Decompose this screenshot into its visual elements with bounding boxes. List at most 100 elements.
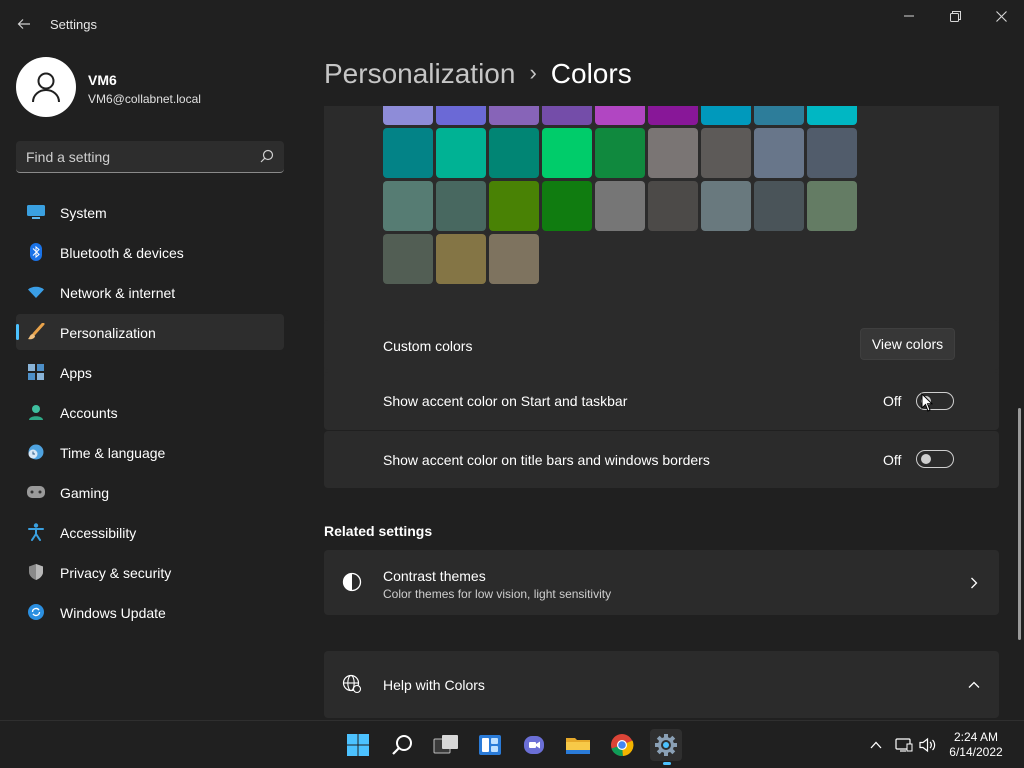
sidebar-item-label: Bluetooth & devices (60, 245, 184, 261)
close-button[interactable] (978, 0, 1024, 32)
accent-color-swatch[interactable] (701, 128, 751, 178)
contrast-themes-subtitle: Color themes for low vision, light sensi… (383, 587, 612, 601)
accent-color-swatch[interactable] (648, 181, 698, 231)
accent-color-swatch[interactable] (383, 234, 433, 284)
teams-chat-icon[interactable] (518, 729, 550, 761)
accent-color-swatch[interactable] (701, 181, 751, 231)
clock-globe-icon (27, 444, 45, 460)
accent-color-swatch[interactable] (383, 128, 433, 178)
taskbar-clock[interactable]: 2:24 AM 6/14/2022 (944, 730, 1008, 760)
taskbar: 2:24 AM 6/14/2022 (0, 720, 1024, 768)
avatar (16, 57, 76, 117)
chevron-right-icon (966, 575, 982, 591)
sidebar-item-windows-update[interactable]: Windows Update (16, 594, 284, 630)
minimize-button[interactable] (886, 0, 932, 32)
task-view-icon[interactable] (430, 729, 462, 761)
search-input[interactable] (26, 141, 246, 172)
accent-color-swatch[interactable] (807, 128, 857, 178)
accent-color-swatch[interactable] (542, 106, 592, 125)
content-scrollbar[interactable] (1018, 408, 1021, 640)
accent-color-swatch[interactable] (648, 106, 698, 125)
accent-color-swatch[interactable] (436, 234, 486, 284)
accent-color-swatch[interactable] (542, 181, 592, 231)
content-pane: Custom colors View colors Show accent co… (324, 106, 1000, 718)
accent-color-swatch[interactable] (436, 128, 486, 178)
accent-color-swatch[interactable] (383, 106, 433, 125)
accent-title-bars-toggle[interactable] (916, 450, 954, 468)
accent-color-swatch[interactable] (648, 128, 698, 178)
mouse-cursor-icon (921, 393, 933, 412)
accent-color-swatch[interactable] (436, 106, 486, 125)
accent-color-swatch[interactable] (595, 128, 645, 178)
settings-gear-icon[interactable] (650, 729, 682, 765)
chevron-up-icon[interactable] (966, 677, 982, 693)
help-with-colors-row[interactable]: Help with Colors (324, 651, 999, 718)
toggle-knob (921, 454, 931, 464)
user-email: VM6@collabnet.local (88, 92, 201, 106)
sidebar-item-accessibility[interactable]: Accessibility (16, 514, 284, 550)
toggle-state-text: Off (883, 452, 902, 468)
accent-color-swatch[interactable] (807, 181, 857, 231)
wifi-icon (27, 284, 45, 300)
monitor-icon (27, 204, 45, 220)
contrast-themes-title: Contrast themes (383, 568, 486, 584)
help-with-colors-title: Help with Colors (383, 677, 485, 693)
clock-date: 6/14/2022 (949, 745, 1003, 759)
brush-icon (27, 323, 45, 340)
breadcrumb-parent[interactable]: Personalization (324, 58, 515, 89)
search-icon[interactable] (386, 729, 418, 761)
accent-color-swatch[interactable] (489, 106, 539, 125)
sidebar-item-system[interactable]: System (16, 194, 284, 230)
breadcrumb: Personalization › Colors (324, 58, 632, 90)
accent-color-swatch[interactable] (595, 181, 645, 231)
accent-color-swatch[interactable] (542, 128, 592, 178)
volume-icon[interactable] (918, 735, 938, 755)
person-icon (32, 72, 60, 103)
search-box[interactable] (16, 141, 284, 173)
restore-icon (949, 10, 961, 22)
sidebar-item-bluetooth[interactable]: Bluetooth & devices (16, 234, 284, 270)
restore-button[interactable] (932, 0, 978, 32)
close-icon (995, 10, 1007, 22)
view-colors-button[interactable]: View colors (860, 328, 955, 360)
file-explorer-icon[interactable] (562, 729, 594, 761)
accent-color-swatch[interactable] (807, 106, 857, 125)
sidebar-item-gaming[interactable]: Gaming (16, 474, 284, 510)
accent-color-swatch[interactable] (754, 181, 804, 231)
accent-color-swatch[interactable] (754, 128, 804, 178)
contrast-themes-row[interactable]: Contrast themes Color themes for low vis… (324, 550, 999, 615)
sidebar-item-apps[interactable]: Apps (16, 354, 284, 390)
globe-icon (342, 674, 362, 694)
accessibility-icon (27, 523, 45, 541)
bluetooth-icon (27, 243, 45, 261)
accent-color-swatch[interactable] (489, 128, 539, 178)
accent-color-swatch[interactable] (489, 181, 539, 231)
sidebar-item-time-language[interactable]: Time & language (16, 434, 284, 470)
accent-color-swatch[interactable] (701, 106, 751, 125)
sidebar-item-accounts[interactable]: Accounts (16, 394, 284, 430)
custom-colors-row: Custom colors View colors (324, 320, 999, 370)
user-profile[interactable]: VM6 VM6@collabnet.local (16, 57, 286, 117)
sidebar-item-network[interactable]: Network & internet (16, 274, 284, 310)
page-title: Colors (550, 58, 632, 89)
accent-color-swatch[interactable] (436, 181, 486, 231)
sidebar-item-privacy[interactable]: Privacy & security (16, 554, 284, 590)
clock-time: 2:24 AM (953, 730, 999, 744)
chevron-up-icon[interactable] (866, 735, 886, 755)
sidebar-item-label: Accounts (60, 405, 118, 421)
related-settings-heading: Related settings (324, 523, 433, 539)
chrome-icon[interactable] (606, 729, 638, 761)
widgets-icon[interactable] (474, 729, 506, 761)
sidebar-item-label: Windows Update (60, 605, 166, 621)
back-button[interactable] (12, 10, 36, 38)
accent-color-swatch[interactable] (383, 181, 433, 231)
accent-color-swatch[interactable] (489, 234, 539, 284)
accent-color-swatch[interactable] (754, 106, 804, 125)
custom-colors-label: Custom colors (383, 338, 473, 354)
accent-title-bars-row: Show accent color on title bars and wind… (324, 431, 999, 488)
accent-color-swatch[interactable] (595, 106, 645, 125)
network-icon[interactable] (894, 735, 914, 755)
sidebar-item-personalization[interactable]: Personalization (16, 314, 284, 350)
title-bar: Settings (0, 0, 1024, 48)
windows-start-icon[interactable] (342, 729, 374, 761)
